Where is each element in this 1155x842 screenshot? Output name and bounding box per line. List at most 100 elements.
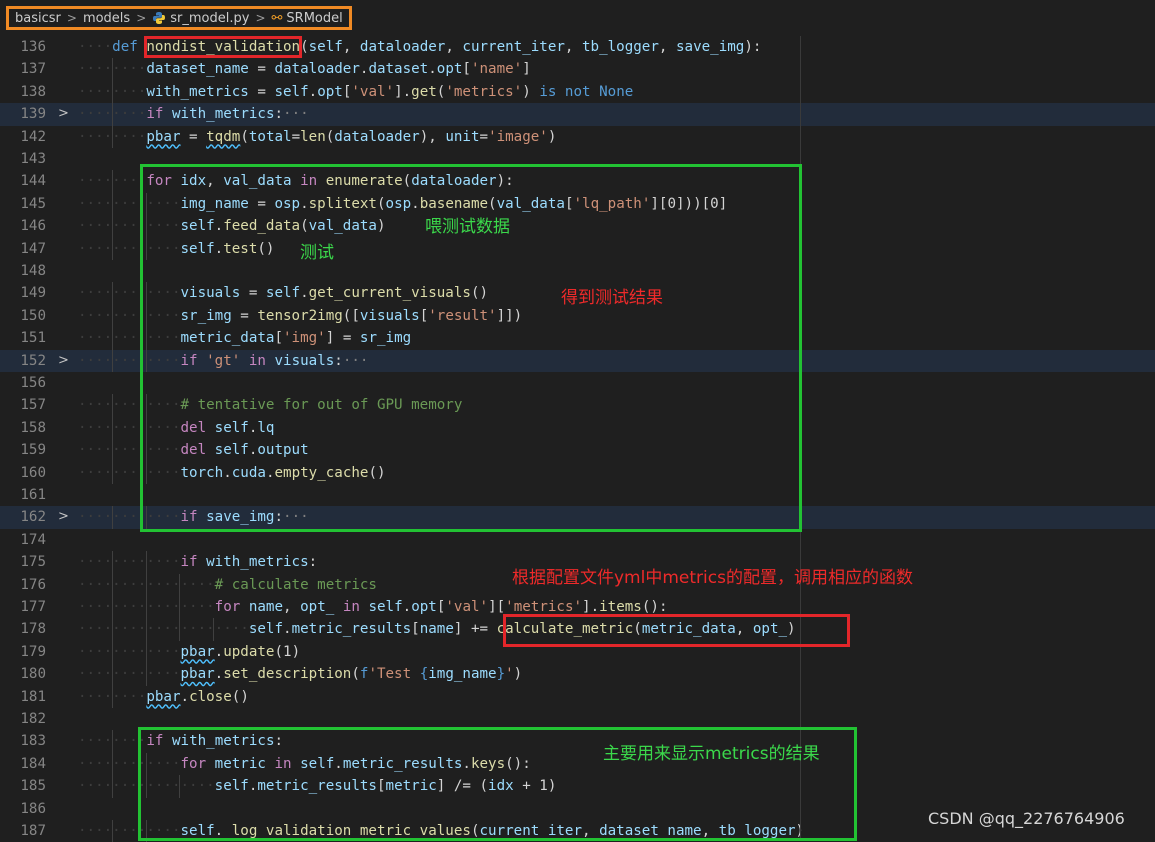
fold-chevron-icon[interactable]: >: [58, 506, 69, 528]
indent-guide: [111, 103, 113, 126]
code-token: .: [402, 599, 412, 615]
code-token: current_iter: [462, 39, 565, 55]
code-token: dataset: [368, 61, 429, 78]
breadcrumb-item-class[interactable]: SRModel: [286, 11, 342, 26]
indent-guide: [111, 506, 113, 529]
breadcrumb-item-file[interactable]: sr_model.py: [170, 11, 249, 26]
code-token: ] +=: [453, 621, 497, 638]
code-token: ]: [522, 61, 531, 78]
code-line[interactable]: 137 ········dataset_name = dataloader.dat…: [0, 58, 1155, 81]
code-token: opt: [436, 61, 463, 78]
code-token: with_metrics: [206, 554, 309, 571]
line-number: 146: [20, 218, 46, 235]
indent-guide: [111, 237, 113, 260]
python-file-icon: [152, 11, 166, 25]
fold-chevron-icon[interactable]: >: [58, 350, 69, 372]
calculate-metric-highlight: [503, 614, 850, 647]
indent-guide: [111, 416, 113, 440]
code-token: }: [496, 666, 506, 683]
code-token: :: [274, 106, 284, 123]
code-token: pbar: [146, 688, 181, 705]
indent-guide: [111, 439, 113, 462]
annotation-config: 根据配置文件yml中metrics的配置，调用相应的函数: [512, 568, 913, 588]
indent-guide: [111, 170, 113, 193]
indent-guide: [145, 596, 147, 619]
code-token: .: [214, 643, 224, 660]
code-token: ][: [488, 599, 506, 615]
line-number: 150: [20, 307, 46, 324]
code-line[interactable]: 139>········if with_metrics:···: [0, 103, 1155, 126]
code-token: if: [180, 554, 198, 571]
code-token: .: [308, 83, 318, 100]
code-token: update: [223, 643, 275, 660]
code-token: img_name: [428, 666, 497, 683]
code-token: ):: [744, 39, 762, 55]
code-token: ,: [283, 599, 301, 615]
code-token: pbar: [146, 128, 181, 145]
indent-guide: [213, 618, 215, 641]
code-token: ): [547, 128, 557, 145]
breadcrumb: basicsr > models > sr_model.py > ⚯ SRMod…: [0, 0, 1155, 36]
indent-guide: [145, 618, 147, 641]
code-token: 'Test: [368, 666, 420, 683]
code-token: items: [599, 599, 642, 615]
code-token: pbar: [180, 643, 215, 660]
breadcrumb-item-models[interactable]: models: [83, 11, 130, 26]
fold-chevron-icon[interactable]: >: [58, 103, 69, 125]
line-number: 182: [20, 711, 46, 727]
code-line[interactable]: 138 ········with_metrics = self.opt['val'…: [0, 80, 1155, 104]
code-token: .: [180, 688, 190, 705]
code-token: .: [428, 61, 437, 78]
line-number: 145: [20, 195, 46, 212]
indent-guide: [111, 618, 113, 641]
code-token: ,: [342, 39, 360, 55]
code-line[interactable]: 180 ············pbar.set_description(f'Te…: [0, 663, 1155, 686]
code-token: 'name': [470, 61, 523, 78]
code-text: ········pbar = tqdm(total=len(dataloader…: [78, 126, 556, 148]
code-line[interactable]: 142 ········pbar = tqdm(total=len(dataloa…: [0, 125, 1155, 148]
code-token: set_description: [223, 666, 352, 683]
line-number: 184: [20, 755, 46, 772]
code-line[interactable]: 174: [0, 529, 1155, 551]
code-token: name: [419, 621, 454, 638]
code-line[interactable]: 181 ········pbar.close(): [0, 685, 1155, 708]
line-number: 143: [20, 151, 46, 167]
line-number: 183: [20, 733, 46, 750]
code-token: 'val': [351, 83, 395, 100]
code-token: ): [291, 643, 301, 660]
indent-whitespace: ············: [78, 666, 181, 683]
indent-guide: [111, 730, 113, 753]
code-token: ···: [283, 106, 309, 123]
indent-guide: [145, 640, 147, 664]
indent-guide: [145, 551, 147, 574]
line-number: 176: [20, 576, 46, 593]
breadcrumb-item-basicsr[interactable]: basicsr: [15, 11, 61, 26]
indent-whitespace: ············: [78, 554, 181, 571]
code-token: name: [248, 599, 284, 615]
code-token: tqdm: [206, 128, 241, 145]
class-symbol-icon: ⚯: [271, 10, 283, 26]
line-number: 136: [20, 39, 46, 55]
line-number: 159: [20, 442, 46, 459]
code-token: .: [214, 666, 224, 683]
code-token: [: [462, 61, 471, 78]
line-number: 186: [20, 800, 46, 817]
chevron-right-icon: >: [66, 11, 77, 25]
indent-guide: [145, 573, 147, 596]
indent-guide: [145, 663, 147, 686]
line-number: 178: [20, 621, 46, 638]
code-token: in: [342, 599, 360, 615]
line-number: 156: [20, 375, 46, 391]
code-text: ············if with_metrics:: [78, 551, 317, 573]
indent-guide: [111, 304, 113, 328]
code-token: with_metrics: [171, 106, 275, 123]
code-text: ········dataset_name = dataloader.datase…: [78, 58, 531, 80]
code-token: # calculate metrics: [214, 576, 377, 593]
line-number: 162: [20, 509, 46, 526]
indent-guide: [111, 775, 113, 798]
code-token: ): [513, 666, 523, 683]
code-token: self: [274, 83, 309, 100]
indent-guide: [111, 125, 113, 148]
code-token: total: [248, 128, 292, 145]
